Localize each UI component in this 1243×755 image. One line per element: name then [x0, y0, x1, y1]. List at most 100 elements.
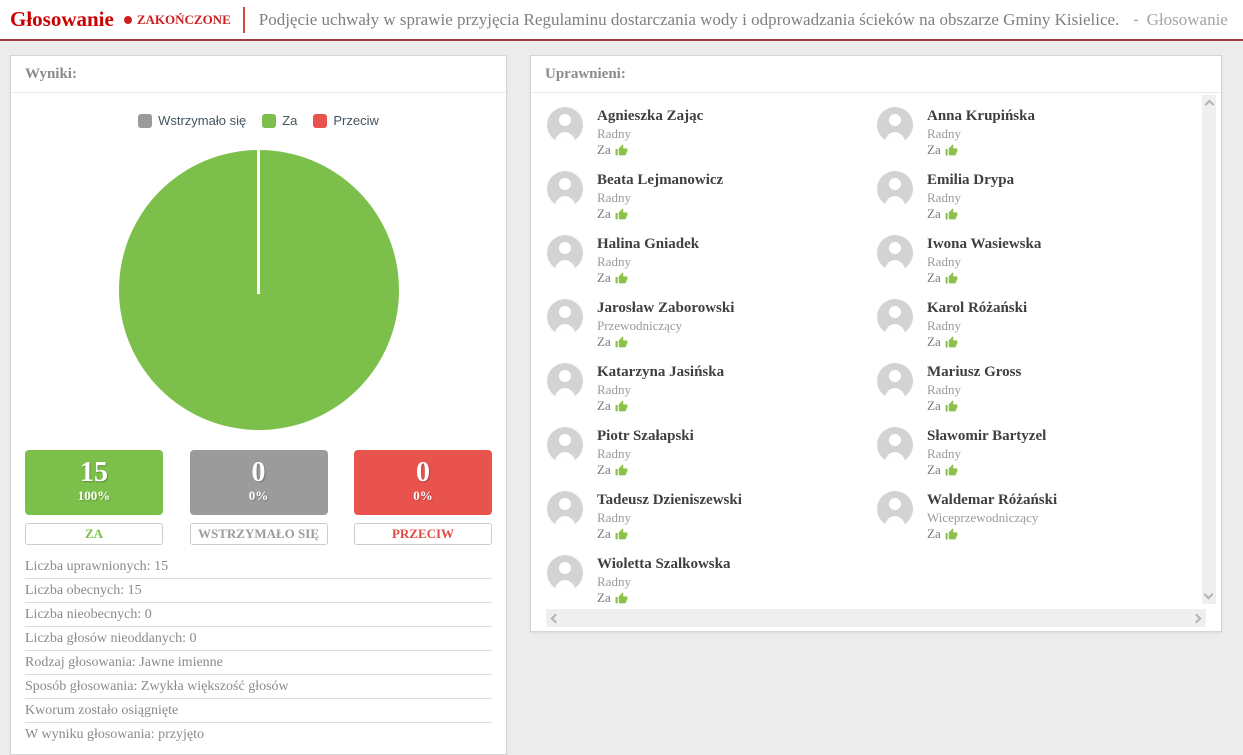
legend-swatch-for-icon — [262, 113, 277, 128]
vertical-scrollbar[interactable] — [1202, 95, 1216, 604]
member-item[interactable]: Waldemar Różański Wiceprzewodniczący Za — [877, 491, 1207, 542]
vote-percent-against: 0% — [413, 488, 433, 503]
member-item[interactable]: Mariusz Gross Radny Za — [877, 363, 1207, 414]
member-vote-label: Za — [597, 142, 611, 157]
member-vote-label: Za — [597, 206, 611, 221]
member-item[interactable]: Beata Lejmanowicz Radny Za — [547, 171, 877, 222]
member-role: Radny — [597, 382, 631, 397]
member-vote: Za — [927, 206, 1014, 222]
member-item[interactable]: Iwona Wasiewska Radny Za — [877, 235, 1207, 286]
vote-label-for: ZA — [25, 523, 163, 545]
member-vote: Za — [927, 334, 1027, 350]
scroll-right-icon[interactable] — [1191, 613, 1202, 623]
member-item[interactable]: Emilia Drypa Radny Za — [877, 171, 1207, 222]
breadcrumb[interactable]: Głosowanie — [1147, 10, 1228, 30]
member-item[interactable]: Halina Gniadek Radny Za — [547, 235, 877, 286]
vote-count-against: 0 — [416, 457, 430, 488]
vote-count-for: 15 — [80, 457, 108, 488]
member-name: Anna Krupińska — [927, 108, 1035, 124]
vote-box-against: 0 0% — [354, 450, 492, 515]
scroll-up-icon[interactable] — [1204, 99, 1214, 110]
person-avatar-icon — [547, 555, 583, 591]
vote-count-abstain: 0 — [251, 457, 266, 488]
top-header: Głosowanie ZAKOŃCZONE Podjęcie uchwały w… — [0, 0, 1243, 41]
legend-item-abstain[interactable]: Wstrzymało się — [138, 113, 246, 128]
results-panel: Wyniki: Wstrzymało się Za Przeciw 15 100… — [10, 55, 507, 755]
member-vote: Za — [927, 270, 1041, 286]
stat-row: Liczba głosów nieoddanych: 0 — [25, 627, 492, 651]
member-vote-label: Za — [927, 398, 941, 413]
legend-swatch-against-icon — [313, 113, 328, 128]
member-name: Katarzyna Jasińska — [597, 364, 725, 380]
member-vote: Za — [597, 398, 724, 414]
legend-label-abstain: Wstrzymało się — [158, 113, 247, 128]
thumbs-up-icon — [945, 528, 958, 541]
vote-label-abstain: WSTRZYMAŁO SIĘ — [189, 523, 328, 545]
thumbs-up-icon — [615, 592, 628, 605]
resolution-title: Podjęcie uchwały w sprawie przyjęcia Reg… — [258, 9, 1120, 29]
person-avatar-icon — [877, 107, 913, 143]
thumbs-up-icon — [945, 272, 958, 285]
person-avatar-icon — [547, 427, 583, 463]
member-role: Przewodniczący — [597, 318, 683, 333]
scroll-left-icon[interactable] — [550, 613, 561, 623]
member-name: Mariusz Gross — [927, 364, 1022, 380]
member-item[interactable]: Anna Krupińska Radny Za — [877, 107, 1207, 158]
member-name: Halina Gniadek — [597, 236, 700, 252]
member-vote-label: Za — [927, 334, 941, 349]
page-title: Głosowanie — [10, 7, 114, 31]
member-name: Jarosław Zaborowski — [597, 300, 735, 316]
member-item[interactable]: Jarosław Zaborowski Przewodniczący Za — [547, 299, 877, 350]
member-vote: Za — [597, 206, 723, 222]
person-avatar-icon — [877, 363, 913, 399]
vote-label-against: PRZECIW — [354, 523, 492, 545]
header-divider — [242, 6, 245, 33]
member-vote-label: Za — [927, 526, 941, 541]
member-item[interactable]: Karol Różański Radny Za — [877, 299, 1207, 350]
member-vote: Za — [927, 462, 1046, 478]
person-avatar-icon — [877, 171, 913, 207]
member-item[interactable]: Wioletta Szalkowska Radny Za — [547, 555, 877, 606]
member-role: Wiceprzewodniczący — [927, 510, 1039, 525]
legend-item-against[interactable]: Przeciw — [313, 113, 379, 128]
person-avatar-icon — [877, 235, 913, 271]
member-vote: Za — [597, 334, 734, 350]
member-name: Piotr Szałapski — [597, 428, 694, 444]
legend-label-for: Za — [282, 113, 298, 128]
member-item[interactable]: Katarzyna Jasińska Radny Za — [547, 363, 877, 414]
horizontal-scrollbar[interactable] — [546, 609, 1206, 627]
thumbs-up-icon — [615, 208, 628, 221]
member-item[interactable]: Tadeusz Dzieniszewski Radny Za — [547, 491, 877, 542]
pie-chart — [118, 146, 399, 430]
member-name: Iwona Wasiewska — [927, 236, 1042, 252]
vote-label-boxes: ZA WSTRZYMAŁO SIĘ PRZECIW — [25, 523, 492, 545]
results-panel-title: Wyniki: — [11, 56, 506, 93]
legend-item-for[interactable]: Za — [262, 113, 297, 128]
member-role: Radny — [597, 510, 631, 525]
member-vote-label: Za — [597, 334, 611, 349]
members-list: Agnieszka Zając Radny Za Anna Krupińska … — [531, 93, 1221, 614]
members-panel-title: Uprawnieni: — [531, 56, 1221, 93]
member-vote-label: Za — [597, 590, 611, 605]
person-avatar-icon — [547, 171, 583, 207]
member-item[interactable]: Agnieszka Zając Radny Za — [547, 107, 877, 158]
member-role: Radny — [597, 254, 631, 269]
thumbs-up-icon — [945, 336, 958, 349]
member-name: Emilia Drypa — [927, 172, 1015, 188]
member-role: Radny — [927, 446, 961, 461]
member-role: Radny — [927, 190, 961, 205]
member-vote-label: Za — [927, 270, 941, 285]
member-role: Radny — [927, 254, 961, 269]
member-vote-label: Za — [597, 398, 611, 413]
member-role: Radny — [927, 126, 961, 141]
scroll-down-icon[interactable] — [1203, 589, 1214, 600]
person-avatar-icon — [547, 107, 583, 143]
thumbs-up-icon — [615, 528, 628, 541]
member-item[interactable]: Piotr Szałapski Radny Za — [547, 427, 877, 478]
members-scroll-area: Agnieszka Zając Radny Za Anna Krupińska … — [531, 93, 1221, 614]
thumbs-up-icon — [945, 144, 958, 157]
member-vote-label: Za — [927, 206, 941, 221]
member-item[interactable]: Sławomir Bartyzel Radny Za — [877, 427, 1207, 478]
person-avatar-icon — [877, 491, 913, 527]
thumbs-up-icon — [945, 208, 958, 221]
